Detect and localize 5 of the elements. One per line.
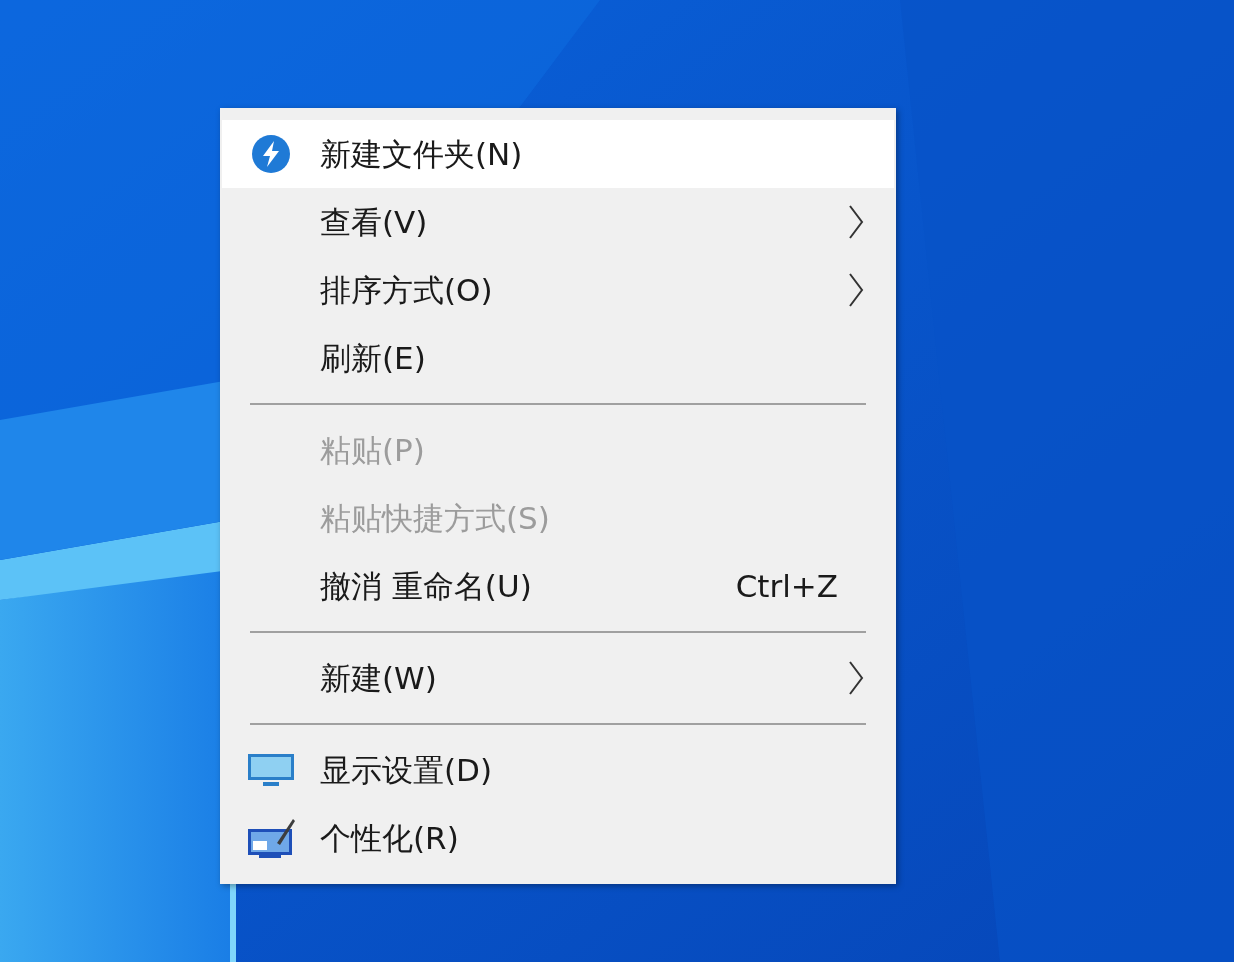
paintbrush-screen-icon bbox=[247, 817, 295, 859]
monitor-icon bbox=[247, 752, 295, 788]
bolt-icon bbox=[251, 134, 291, 174]
menu-item[interactable]: 新建文件夹(N) bbox=[222, 120, 894, 188]
shortcut-label: Ctrl+Z bbox=[735, 566, 838, 606]
